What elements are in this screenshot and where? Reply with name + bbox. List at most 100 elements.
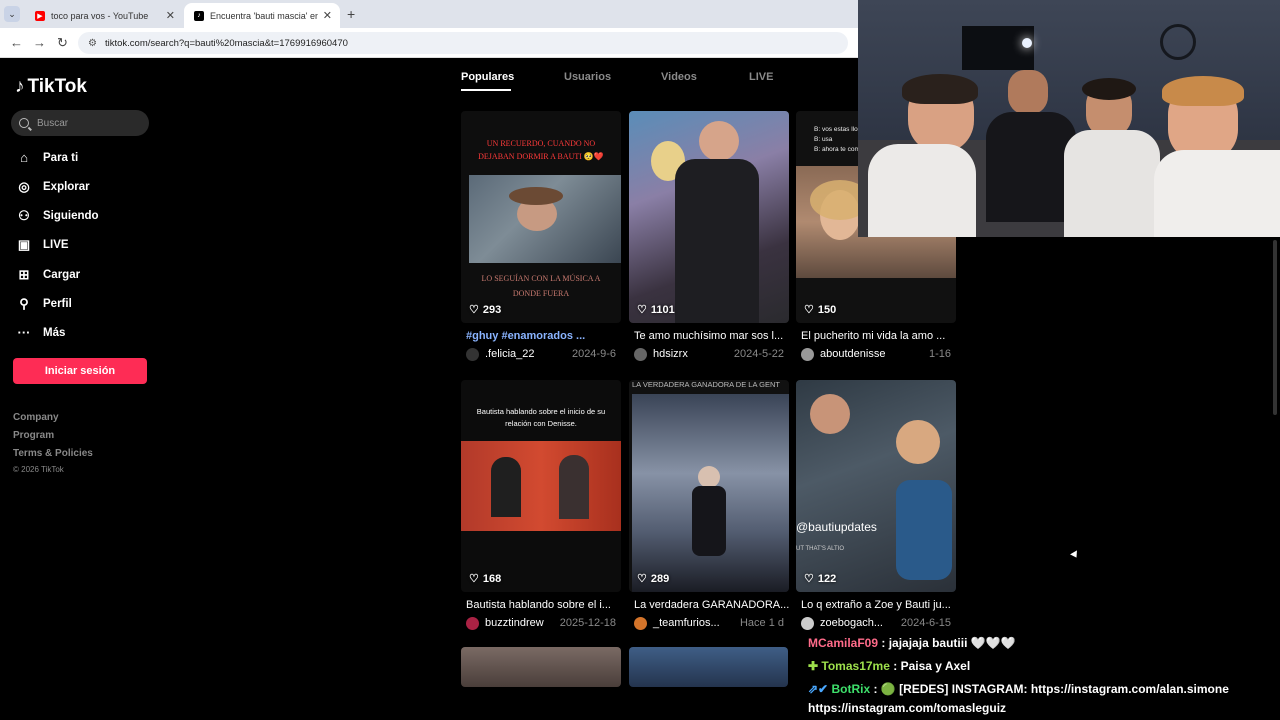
video-card[interactable]: Bautista hablando sobre el inicio de su … [461,380,621,632]
username[interactable]: hdsizrx [653,348,688,360]
username[interactable]: .felicia_22 [485,348,535,360]
video-thumbnail[interactable] [629,647,788,687]
login-button[interactable]: Iniciar sesión [13,358,147,384]
like-count: ♡ 289 [637,572,669,586]
heart-icon: ♡ [804,304,814,316]
copyright: © 2026 TikTok [13,465,64,474]
username[interactable]: zoebogach... [820,617,883,629]
post-date: 2024-5-22 [733,348,784,360]
nav-label: LIVE [43,239,69,251]
tab-youtube[interactable]: ▶ toco para vos - YouTube ✕ [25,3,183,28]
video-description[interactable]: #ghuy #enamorados ... [466,330,621,342]
nav-mas[interactable]: ··· Más [16,325,66,340]
thumbnail-caption: @bautiupdates [796,520,877,534]
video-meta: _teamfurios... Hace 1 d [634,616,789,630]
profile-icon: ⚲ [19,296,29,311]
tab-populares[interactable]: Populares [461,71,514,83]
active-tab-indicator [461,89,511,91]
heart-icon: ♡ [469,304,479,316]
video-description[interactable]: Te amo muchísimo mar sos l... [634,330,789,342]
video-thumbnail[interactable] [461,647,621,687]
post-date: 2024-9-6 [571,348,616,360]
nav-perfil[interactable]: ⚲ Perfil [16,296,72,312]
thumbnail-caption: LO SEGUÍAN CON LA MÚSICA A DONDE FUERA [481,274,601,298]
video-card[interactable]: ♡ 1101 Te amo muchísimo mar sos l... hdsi… [629,111,789,363]
avatar[interactable] [634,616,647,630]
username[interactable]: aboutdenisse [820,348,885,360]
username[interactable]: buzztindrew [485,617,544,629]
person-shirt [868,144,976,237]
nav-para-ti[interactable]: ⌂ Para ti [16,150,78,165]
footer-terms[interactable]: Terms & Policies [13,448,93,459]
tab-title: Encuentra 'bauti mascia' en Tik [210,10,318,21]
tab-usuarios[interactable]: Usuarios [564,71,611,83]
back-icon[interactable]: ← [10,35,23,50]
tab-tiktok[interactable]: ♪ Encuentra 'bauti mascia' en Tik ✕ [184,3,340,28]
video-description[interactable]: Lo q extraño a Zoe y Bauti ju... [801,599,956,611]
reload-icon[interactable]: ↻ [57,35,68,51]
sidebar: ♪ TikTok ⌂ Para ti ◎ Explorar ⚇ Siguiend… [0,58,160,720]
thumbnail-caption: Bautista hablando sobre el inicio de su … [476,407,606,428]
footer-program[interactable]: Program [13,430,54,441]
video-description[interactable]: La verdadera GARANADORA... [634,599,789,611]
search-box[interactable] [11,110,149,136]
nav-live[interactable]: ▣ LIVE [16,237,69,253]
chat-message: MCamilaF09 : jajajaja bautiii 🤍🤍🤍 [808,636,1016,650]
chat-text: : jajajaja bautiii 🤍🤍🤍 [881,636,1016,650]
like-value: 150 [817,303,837,316]
more-icon: ··· [17,325,31,340]
url-text: tiktok.com/search?q=bauti%20mascia&t=176… [104,37,348,49]
tab-videos[interactable]: Videos [661,71,697,83]
close-icon[interactable]: ✕ [166,9,175,22]
like-count: ♡ 293 [469,303,502,317]
video-card[interactable]: @bautiupdates UT THAT'S ALTIO ♡ 122 Lo q … [796,380,956,632]
new-tab-icon[interactable]: + [347,6,355,22]
nav-label: Para ti [43,151,79,164]
nav-cargar[interactable]: ⊞ Cargar [16,267,81,283]
thumbnail-image [699,121,739,161]
tab-search-icon[interactable]: ⌄ [4,6,20,22]
video-thumbnail[interactable]: Bautista hablando sobre el inicio de su … [461,380,621,592]
chat-username: Tomas17me [821,659,890,673]
tab-live[interactable]: LIVE [749,71,773,83]
footer-company[interactable]: Company [13,412,59,423]
person-head [1008,70,1048,114]
person-hair [1082,78,1136,100]
avatar[interactable] [801,616,814,630]
avatar[interactable] [801,347,814,361]
nav-label: Cargar [43,269,81,281]
scrollbar[interactable] [1273,240,1277,415]
video-description[interactable]: Bautista hablando sobre el i... [466,599,621,611]
heart-icon: ♡ [469,573,479,585]
youtube-icon: ▶ [35,10,45,21]
like-value: 293 [482,303,502,316]
nav-siguiendo[interactable]: ⚇ Siguiendo [16,208,98,224]
video-description[interactable]: El pucherito mi vida la amo ... [801,330,956,342]
upload-icon: ⊞ [18,267,30,282]
avatar[interactable] [634,347,647,361]
search-tabs: Populares Usuarios Videos LIVE [0,58,858,98]
like-count: ♡ 122 [804,572,836,586]
video-thumbnail[interactable]: LA VERDADERA GANADORA DE LA GENT [629,380,789,592]
close-icon[interactable]: ✕ [323,9,332,22]
avatar[interactable] [466,347,479,361]
badge-icon: ✚ [808,659,819,673]
search-input[interactable] [37,117,137,129]
forward-icon[interactable]: → [33,35,46,50]
video-thumbnail[interactable]: UN RECUERDO, CUANDO NO DEJABAN DORMIR A … [461,111,621,323]
video-card[interactable]: UN RECUERDO, CUANDO NO DEJABAN DORMIR A … [461,111,621,363]
username[interactable]: _teamfurios... [653,617,720,629]
like-value: 168 [482,572,502,585]
nav-label: Más [43,326,66,339]
avatar[interactable] [466,616,479,630]
thumbnail-caption: UT THAT'S ALTIO [796,546,845,552]
video-thumbnail[interactable] [629,111,789,323]
address-bar[interactable]: ⚙ tiktok.com/search?q=bauti%20mascia&t=1… [78,32,848,54]
nav-explorar[interactable]: ◎ Explorar [16,179,89,195]
chat-text: : Paisa y Axel [893,659,971,673]
video-thumbnail[interactable]: @bautiupdates UT THAT'S ALTIO [796,380,956,592]
site-info-icon[interactable]: ⚙ [88,38,97,49]
lamp [1022,38,1032,48]
video-card[interactable]: LA VERDADERA GANADORA DE LA GENT ♡ 289 La… [629,380,789,632]
search-icon [19,118,29,128]
